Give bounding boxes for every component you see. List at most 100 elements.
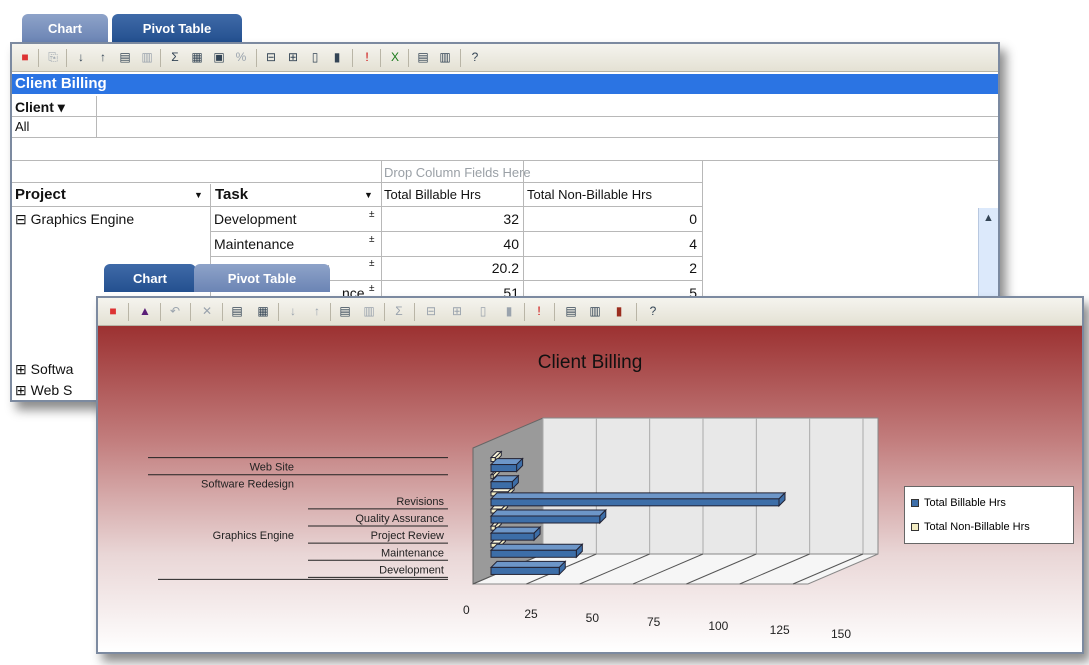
autofilter-icon[interactable]: ▤ [336, 303, 354, 319]
expand-box-icon[interactable]: ⊞ [15, 382, 31, 398]
subtotal-icon[interactable]: ▦ [188, 49, 206, 65]
chart-plot-area: Client Billing 0 25 50 75 100 125 150 Developm… [98, 326, 1082, 652]
chart-type-icon[interactable]: ▲ [136, 303, 154, 319]
autocalc-icon[interactable]: Σ [166, 49, 184, 65]
autofilter-icon[interactable]: ▤ [116, 49, 134, 65]
hide-details-icon[interactable]: ▯ [306, 49, 324, 65]
back-tab-pivot-table[interactable]: Pivot Table [112, 14, 242, 42]
front-tab-chart[interactable]: Chart [104, 264, 196, 292]
task-dropdown-icon[interactable]: ▼ [364, 184, 373, 206]
legend-item-billable: Total Billable Hrs [911, 497, 1006, 509]
front-tab-pivot-table[interactable]: Pivot Table [194, 264, 330, 292]
bar-billable [490, 549, 577, 558]
show-as-icon[interactable]: % [232, 49, 250, 65]
category-label: Web Site [250, 462, 294, 474]
autocalc-icon[interactable]: Σ [390, 303, 408, 319]
legend-icon[interactable]: ▮ [610, 303, 628, 319]
col-header-billable[interactable]: Total Billable Hrs [384, 184, 481, 206]
project-label: Web S [30, 382, 73, 398]
show-top-icon[interactable]: ▥ [138, 49, 156, 65]
properties-icon[interactable]: ▥ [436, 49, 454, 65]
show-details-icon[interactable]: ▮ [328, 49, 346, 65]
expand-box-icon[interactable]: ⊞ [15, 361, 31, 377]
bar-billable [490, 464, 518, 473]
project-dropdown-icon[interactable]: ▼ [194, 184, 203, 206]
billable-cell: 40 [503, 236, 519, 252]
category-label: Revisions [396, 496, 444, 508]
export-icon[interactable]: ▤ [562, 303, 580, 319]
delete-icon[interactable]: ✕ [198, 303, 216, 319]
x-tick-label: 25 [524, 607, 538, 621]
collapse-icon[interactable]: ⊟ [262, 49, 280, 65]
back-tab-pivot-label: Pivot Table [142, 21, 212, 36]
office-logo-icon[interactable]: ■ [16, 49, 34, 65]
back-tab-chart-label: Chart [48, 21, 82, 36]
nonbillable-cell: 0 [689, 211, 697, 227]
calc-fields-icon[interactable]: ▣ [210, 49, 228, 65]
scroll-up-icon[interactable]: ▲ [979, 212, 998, 224]
help-icon[interactable]: ? [466, 49, 484, 65]
chart-window: ■ ▲ ↶ ✕ ▤ ▦ ↓ ↑ ▤ ▥ Σ ⊟ ⊞ ▯ ▮ ! ▤ ▥ ▮ ? … [96, 296, 1084, 654]
copy-icon[interactable]: ⎘ [44, 49, 62, 65]
task-row-header[interactable]: Task [215, 184, 248, 206]
field-list-icon[interactable]: ▤ [228, 303, 246, 319]
client-filter-field[interactable]: Client ▾ [15, 96, 65, 118]
project-web-collapsed[interactable]: ⊞ Web S [15, 379, 72, 401]
sort-asc-icon[interactable]: ↓ [284, 303, 302, 319]
help-icon[interactable]: ? [644, 303, 662, 319]
back-tab-chart[interactable]: Chart [22, 14, 108, 42]
refresh-icon[interactable]: ! [530, 303, 548, 319]
front-tab-chart-label: Chart [133, 271, 167, 286]
collapse-icon[interactable]: ⊟ [422, 303, 440, 319]
project-software-collapsed[interactable]: ⊞ Softwa [15, 358, 73, 380]
expand-icon[interactable]: ⊞ [284, 49, 302, 65]
undo-icon[interactable]: ↶ [166, 303, 184, 319]
chart-toolbar: ■ ▲ ↶ ✕ ▤ ▦ ↓ ↑ ▤ ▥ Σ ⊟ ⊞ ▯ ▮ ! ▤ ▥ ▮ ? [98, 298, 1082, 326]
col-header-nonbillable[interactable]: Total Non-Billable Hrs [527, 184, 652, 206]
project-label: Softwa [30, 361, 74, 377]
bar-nonbillable [490, 474, 494, 480]
bar-billable [490, 481, 513, 490]
expand-indicator-icon[interactable]: ± [369, 229, 375, 251]
legend-swatch-icon [911, 523, 919, 532]
hide-details-icon[interactable]: ▯ [474, 303, 492, 319]
sort-desc-icon[interactable]: ↑ [94, 49, 112, 65]
office-logo-icon[interactable]: ■ [104, 303, 122, 319]
properties-icon[interactable]: ▥ [586, 303, 604, 319]
front-tab-pivot-label: Pivot Table [227, 271, 297, 286]
project-graphics-engine[interactable]: ⊟ Graphics Engine [15, 208, 134, 230]
chart-wizard-icon[interactable]: ▦ [254, 303, 272, 319]
billable-cell: 20.2 [491, 260, 519, 276]
project-row-header[interactable]: Project [15, 184, 66, 206]
bar-billable-top [489, 543, 584, 551]
field-list-icon[interactable]: ▤ [414, 49, 432, 65]
sort-asc-icon[interactable]: ↓ [72, 49, 90, 65]
chart-title: Client Billing [538, 352, 643, 373]
project-label: Graphics Engine [30, 211, 135, 227]
legend-label: Total Non-Billable Hrs [924, 521, 1030, 533]
x-tick-label: 0 [463, 603, 470, 617]
drop-column-hint: Drop Column Fields Here [384, 165, 531, 180]
category-label: Maintenance [381, 547, 444, 559]
refresh-icon[interactable]: ! [358, 49, 376, 65]
collapse-box-icon[interactable]: ⊟ [15, 211, 31, 227]
export-excel-icon[interactable]: X [386, 49, 404, 65]
client-filter-value: All [15, 119, 30, 134]
bar-billable [490, 566, 560, 575]
bar-billable-top [489, 526, 542, 534]
task-cell: Development [214, 211, 297, 227]
category-label: Project Review [371, 530, 444, 542]
x-tick-label: 100 [708, 619, 728, 633]
show-details-icon[interactable]: ▮ [500, 303, 518, 319]
bar-billable [490, 498, 780, 507]
bar-billable [490, 532, 535, 541]
x-tick-label: 75 [647, 615, 661, 629]
expand-indicator-icon[interactable]: ± [369, 204, 375, 226]
expand-icon[interactable]: ⊞ [448, 303, 466, 319]
chart-legend[interactable]: Total Billable Hrs Total Non-Billable Hr… [904, 486, 1074, 544]
expand-indicator-icon[interactable]: ± [369, 253, 375, 275]
sort-desc-icon[interactable]: ↑ [308, 303, 326, 319]
category-label: Development [379, 564, 444, 576]
billable-cell: 32 [503, 211, 519, 227]
show-top-icon[interactable]: ▥ [360, 303, 378, 319]
